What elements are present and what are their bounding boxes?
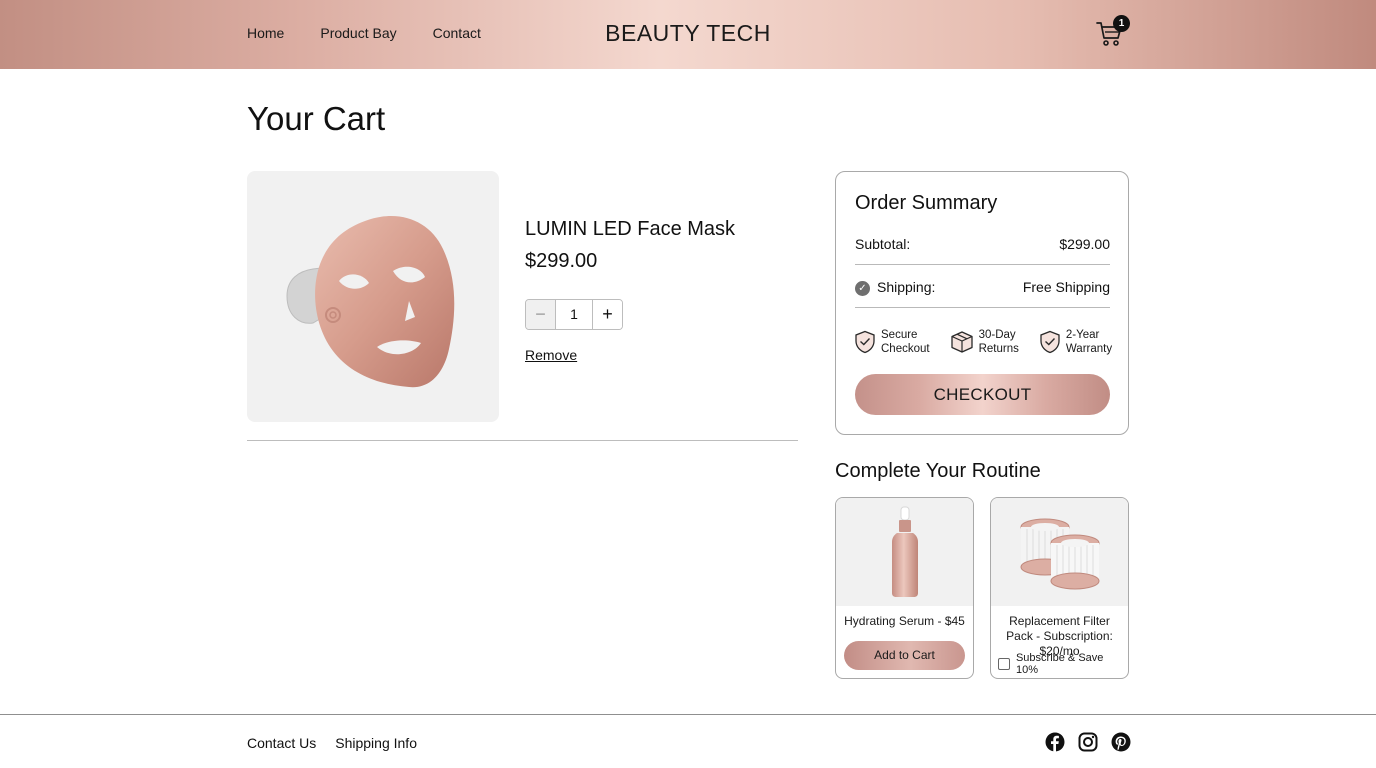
page-title: Your Cart — [247, 100, 386, 137]
cart-item-price: $299.00 — [525, 250, 598, 272]
summary-divider — [855, 307, 1110, 308]
subscribe-save-label[interactable]: Subscribe & Save 10% — [1016, 652, 1128, 676]
subscribe-save-checkbox[interactable]: Subscribe & Save 10% — [998, 652, 1128, 676]
trust-badges: Secure Checkout 30-Day Returns 2-Year Wa… — [854, 328, 1114, 356]
check-circle-icon: ✓ — [855, 280, 870, 296]
order-summary-title: Order Summary — [855, 192, 998, 214]
subtotal-value: $299.00 — [1059, 236, 1110, 252]
footer-links: Contact Us Shipping Info — [247, 735, 417, 751]
brand-logo: BEAUTY TECH — [605, 20, 771, 46]
subtotal-row: Subtotal: $299.00 — [855, 236, 1110, 252]
nav-home-link[interactable]: Home — [247, 25, 284, 41]
facebook-icon[interactable] — [1045, 732, 1065, 752]
cart-button[interactable]: 1 — [1096, 15, 1132, 50]
nav-product-bay-link[interactable]: Product Bay — [320, 25, 396, 41]
cart-count-badge: 1 — [1113, 15, 1130, 32]
badge-label: 2-Year Warranty — [1065, 329, 1113, 355]
quantity-value[interactable]: 1 — [556, 300, 592, 329]
checkout-button[interactable]: CHECKOUT — [855, 374, 1110, 415]
main-nav: Home Product Bay Contact — [247, 25, 481, 41]
recommendation-name[interactable]: Hydrating Serum - $45 — [840, 614, 969, 629]
cart-item-divider — [247, 440, 798, 441]
cart-item-name[interactable]: LUMIN LED Face Mask — [525, 218, 735, 241]
filter-pack-image — [1020, 518, 1099, 590]
shipping-label: Shipping: — [877, 279, 936, 295]
package-box-icon — [950, 331, 973, 353]
shipping-label-group: ✓ Shipping: — [855, 279, 935, 296]
add-to-cart-button[interactable]: Add to Cart — [844, 641, 965, 670]
footer-contact-us-link[interactable]: Contact Us — [247, 735, 316, 751]
filter-pack-image-container[interactable] — [991, 498, 1128, 606]
shield-check-icon — [855, 330, 875, 354]
warranty-badge: 2-Year Warranty — [1039, 328, 1112, 356]
recommendation-card-serum: Hydrating Serum - $45 Add to Cart — [835, 497, 974, 679]
site-header: Home Product Bay Contact BEAUTY TECH 1 — [0, 0, 1376, 69]
led-face-mask-image — [286, 216, 455, 388]
summary-divider — [855, 264, 1110, 265]
shipping-row: ✓ Shipping: Free Shipping — [855, 279, 1110, 296]
quantity-stepper: − 1 + — [525, 299, 623, 330]
cart-item-image[interactable] — [247, 171, 499, 422]
increase-quantity-button[interactable]: + — [592, 300, 622, 329]
subtotal-label: Subtotal: — [855, 236, 911, 252]
social-links — [1045, 732, 1131, 752]
instagram-icon[interactable] — [1078, 732, 1098, 752]
shipping-value: Free Shipping — [1022, 279, 1110, 296]
nav-contact-link[interactable]: Contact — [433, 25, 481, 41]
serum-bottle-image — [891, 506, 918, 597]
secure-checkout-badge: Secure Checkout — [854, 328, 930, 356]
routine-section-title: Complete Your Routine — [835, 460, 1041, 482]
pinterest-icon[interactable] — [1111, 732, 1131, 752]
remove-item-link[interactable]: Remove — [525, 347, 577, 363]
recommendation-card-filter-pack: Replacement Filter Pack - Subscription: … — [990, 497, 1129, 679]
serum-image-container[interactable] — [836, 498, 973, 606]
decrease-quantity-button[interactable]: − — [526, 300, 556, 329]
badge-label: Secure Checkout — [881, 329, 930, 355]
returns-badge: 30-Day Returns — [950, 328, 1019, 356]
shield-check-icon — [1040, 330, 1060, 354]
footer-shipping-info-link[interactable]: Shipping Info — [335, 735, 417, 751]
footer-divider — [0, 714, 1376, 715]
checkbox-box[interactable] — [998, 658, 1010, 670]
order-summary-panel: Order Summary Subtotal: $299.00 ✓ Shippin… — [835, 171, 1129, 435]
badge-label: 30-Day Returns — [978, 329, 1019, 355]
